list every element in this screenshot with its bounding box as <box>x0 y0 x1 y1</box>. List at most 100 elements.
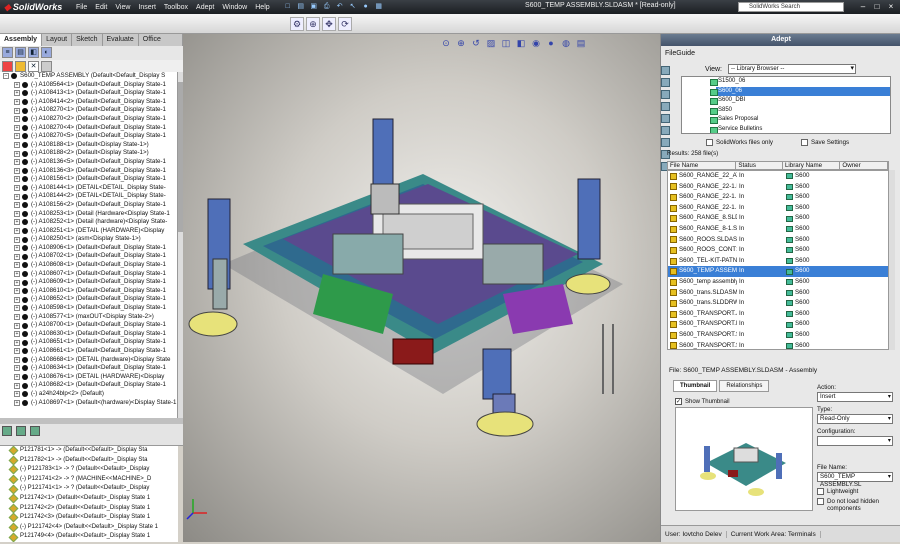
expand-icon[interactable]: + <box>14 202 20 209</box>
menu-file[interactable]: File <box>72 4 91 11</box>
print-icon[interactable]: ⎙ <box>321 2 333 12</box>
table-row[interactable]: S600_RANGE_22-1.be In S600 <box>668 182 888 193</box>
configuration-manager-icon[interactable]: ◧ <box>28 47 39 58</box>
globe-icon[interactable] <box>661 138 670 147</box>
expand-icon[interactable]: + <box>14 116 20 123</box>
expand-icon[interactable]: + <box>14 331 20 338</box>
expand-icon[interactable]: + <box>14 399 20 406</box>
table-row[interactable]: S600_trans.SLDASM In S600 <box>668 288 888 299</box>
tree-item[interactable]: + (-) A108251<1> (DETAIL (HARDWARE)<Displ… <box>0 227 177 236</box>
filter-cross-icon[interactable]: ✕ <box>28 61 39 72</box>
table-row[interactable]: S600_RANGE_8-1.SLDIn S600 <box>668 224 888 235</box>
move-tool-icon[interactable]: ✥ <box>322 16 336 31</box>
expand-icon[interactable]: + <box>14 90 20 97</box>
expand-icon[interactable]: + <box>14 391 20 398</box>
tree-item[interactable]: + (-) A108697<1> (Default<(hardware)<Disp… <box>0 399 177 408</box>
tree-item[interactable]: + (-) A108270<4> (Default<Default_Display… <box>0 124 177 133</box>
menu-edit[interactable]: Edit <box>91 4 111 11</box>
menu-view[interactable]: View <box>111 4 134 11</box>
type-select[interactable]: Read-Only <box>817 414 893 424</box>
tab-assembly[interactable]: Assembly <box>0 34 43 46</box>
tree-item[interactable]: + (-) A108682<1> (Default<Default_Display… <box>0 381 177 390</box>
solidworks-only-checkbox[interactable]: SolidWorks files only <box>706 139 773 146</box>
filter-yellow-icon[interactable] <box>15 61 26 72</box>
tree-item[interactable]: + (-) A108252<1> (Detail (hardware)<Displ… <box>0 218 177 227</box>
tree-item[interactable]: + (-) A108676<1> (DETAIL (HARDWARE)<Displ… <box>0 373 177 382</box>
expand-icon[interactable]: + <box>14 185 20 192</box>
tab-office-products[interactable]: Office Products <box>139 34 183 55</box>
column-file-name[interactable]: File Name <box>668 162 737 169</box>
expand-icon[interactable]: + <box>14 219 20 226</box>
tab-thumbnail[interactable]: Thumbnail <box>673 380 718 392</box>
checkbox-box[interactable] <box>817 488 824 495</box>
tree-item[interactable]: + (-) A108652<1> (Default<Default_Display… <box>0 295 177 304</box>
expand-icon[interactable]: + <box>14 382 20 389</box>
maximize-icon[interactable]: □ <box>870 1 884 12</box>
column-library-name[interactable]: Library Name <box>783 162 841 169</box>
expand-icon[interactable]: + <box>14 133 20 140</box>
rotate-tool-icon[interactable]: ⟳ <box>338 16 352 31</box>
menu-window[interactable]: Window <box>218 4 251 11</box>
undo-icon[interactable]: ↶ <box>334 2 346 12</box>
mate-tool-icon[interactable]: ⊕ <box>306 16 320 31</box>
display-style-icon[interactable]: ◧ <box>515 37 527 49</box>
table-row[interactable]: S600_TRANSPORT.SLIn S600 <box>668 330 888 341</box>
table-row[interactable]: S600_TRANSPORT.JP In S600 <box>668 309 888 320</box>
table-row[interactable]: S600_ROOS_CONT1. In S600 <box>668 245 888 256</box>
tree-item[interactable]: + (-) a24h24blp<2> (Default) <box>0 390 177 399</box>
tree-item[interactable]: + (-) A108414<2> (Default<Default_Display… <box>0 98 177 107</box>
checkbox-box[interactable] <box>800 139 808 146</box>
library-item[interactable]: Sales Proposal <box>682 115 890 125</box>
expand-icon[interactable]: + <box>14 150 20 157</box>
configuration-select[interactable] <box>817 436 893 446</box>
tree-item[interactable]: + (-) A108270<5> (Default<Default_Display… <box>0 132 177 141</box>
expand-icon[interactable]: + <box>14 107 20 114</box>
tree-item[interactable]: + (-) A108270<2> (Default<Default_Display… <box>0 115 177 124</box>
bottom-tree-item[interactable]: (-) P121741<1> -> ? (Default<<Default>_D… <box>0 484 178 494</box>
expand-icon[interactable]: + <box>14 296 20 303</box>
star-icon[interactable] <box>661 126 670 135</box>
tree-item[interactable]: + (-) A108702<1> (Default<Default_Display… <box>0 252 177 261</box>
close-icon[interactable]: × <box>884 1 898 12</box>
section-view-icon[interactable]: ▨ <box>485 37 497 49</box>
expand-icon[interactable]: + <box>14 322 20 329</box>
tree-item[interactable]: + (-) A108564<1> (Default<Default_Display… <box>0 81 177 90</box>
action-select[interactable]: Insert <box>817 392 893 402</box>
display-manager-icon[interactable]: ◐ <box>41 47 52 58</box>
table-row[interactable]: S600_RANGE_22-1.D\ In S600 <box>668 192 888 203</box>
tree-item[interactable]: + (-) A108668<1> (DETAIL (hardware)<Displ… <box>0 356 177 365</box>
expand-icon[interactable]: + <box>14 348 20 355</box>
bottom-tree-item[interactable]: (-) P121741<2> -> ? (MACHINE<<MACHINE>_D <box>0 474 178 485</box>
bottom-tree-item[interactable]: P121781<1> -> (Default<<Default>_Display… <box>0 446 178 456</box>
expand-icon[interactable]: + <box>14 288 20 295</box>
expand-icon[interactable]: + <box>14 313 20 320</box>
menu-insert[interactable]: Insert <box>134 4 160 11</box>
options-icon[interactable]: ▦ <box>373 2 385 12</box>
expand-icon[interactable]: + <box>14 339 20 346</box>
bottom-tree-item[interactable]: P121742<1> (Default<<Default>_Display St… <box>0 493 178 504</box>
table-row[interactable]: S600_ROOS.SLDASM In S600 <box>668 235 888 246</box>
assembly-tool-icon[interactable]: ⚙ <box>290 16 304 31</box>
expand-icon[interactable]: + <box>14 193 20 200</box>
search-input[interactable]: SolidWorks Search <box>738 2 844 12</box>
tab-evaluate[interactable]: Evaluate <box>103 34 139 46</box>
filter-red-icon[interactable] <box>2 61 13 72</box>
tab-layout[interactable]: Layout <box>42 34 73 46</box>
filter-icon[interactable] <box>30 426 41 436</box>
tree-item[interactable]: + (-) A108700<1> (Default<Default_Display… <box>0 321 177 330</box>
tree-item[interactable]: + (-) A108270<1> (Default<Default_Display… <box>0 106 177 115</box>
file-name-field[interactable]: S600_TEMP ASSEMBLY.SL <box>817 472 893 488</box>
view-settings-icon[interactable]: ▤ <box>575 37 587 49</box>
library-item[interactable]: S600_DBI <box>682 96 890 106</box>
expand-icon[interactable]: + <box>14 99 20 106</box>
library-item[interactable]: S600_06 <box>710 86 890 96</box>
expand-icon[interactable]: + <box>14 270 20 277</box>
expand-icon[interactable]: + <box>14 167 20 174</box>
tree-item[interactable]: + (-) A108661<1> (Default<Default_Display… <box>0 347 177 356</box>
filter-grey-icon[interactable] <box>41 61 52 72</box>
expand-icon[interactable]: + <box>14 374 20 381</box>
tree-item[interactable]: + (-) A108608<1> (Default<Default_Display… <box>0 261 177 270</box>
no-hidden-checkbox[interactable]: Do not load hidden components <box>817 498 897 512</box>
tree-item[interactable]: + (-) A108253<1> (Detail (Hardware<Displa… <box>0 210 177 219</box>
lightweight-checkbox[interactable]: Lightweight <box>817 488 897 495</box>
